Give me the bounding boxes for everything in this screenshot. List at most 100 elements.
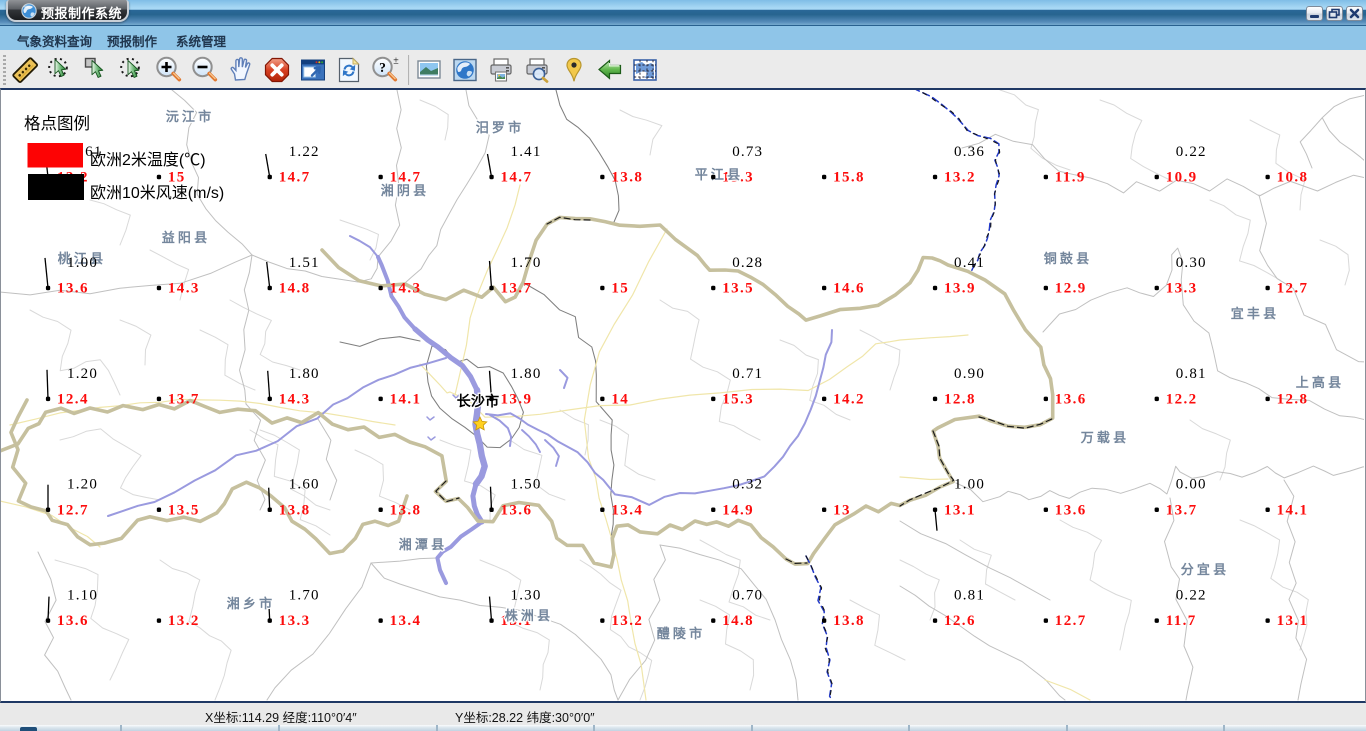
svg-text:1.70: 1.70 [289,588,320,604]
svg-text:14.9: 14.9 [722,502,754,518]
svg-text:11.7: 11.7 [1166,613,1197,629]
svg-text:13.5: 13.5 [722,281,754,297]
svg-text:13.5: 13.5 [168,502,200,518]
svg-text:13.6: 13.6 [1055,502,1087,518]
svg-text:1.00: 1.00 [954,477,985,493]
svg-text:13.6: 13.6 [57,281,89,297]
svg-text:醴陵市: 醴陵市 [657,626,706,641]
svg-text:0.81: 0.81 [1176,366,1207,382]
svg-text:铜鼓县: 铜鼓县 [1043,251,1093,266]
svg-text:14.3: 14.3 [168,281,200,297]
svg-text:0.41: 0.41 [954,255,985,271]
svg-text:1.00: 1.00 [67,255,98,271]
svg-text:10.9: 10.9 [1166,170,1198,186]
svg-text:13.1: 13.1 [944,502,976,518]
svg-text:12.6: 12.6 [944,613,976,629]
svg-text:15.3: 15.3 [722,391,754,407]
svg-text:万载县: 万载县 [1080,430,1130,445]
svg-text:长沙市: 长沙市 [457,393,500,409]
svg-text:0.73: 0.73 [732,144,763,160]
svg-text:13.3: 13.3 [279,613,311,629]
svg-text:1.22: 1.22 [289,144,320,160]
svg-text:14.1: 14.1 [390,391,422,407]
svg-text:12.7: 12.7 [1055,613,1087,629]
svg-text:13.6: 13.6 [57,613,89,629]
svg-text:13.8: 13.8 [611,170,643,186]
svg-text:14.1: 14.1 [1277,502,1309,518]
svg-text:0.71: 0.71 [732,366,763,382]
svg-text:13.4: 13.4 [611,502,643,518]
svg-text:欧洲2米温度(℃): 欧洲2米温度(℃) [90,151,206,169]
svg-text:13.1: 13.1 [1277,613,1309,629]
svg-text:0.00: 0.00 [1176,477,1207,493]
svg-text:12.8: 12.8 [944,391,976,407]
svg-text:湘潭县: 湘潭县 [399,537,448,552]
svg-text:10.8: 10.8 [1277,170,1309,186]
svg-text:1.20: 1.20 [67,366,98,382]
svg-text:13.7: 13.7 [168,391,200,407]
svg-text:格点图例: 格点图例 [24,114,90,133]
svg-text:11.9: 11.9 [1055,170,1086,186]
svg-text:13.4: 13.4 [390,613,422,629]
svg-text:欧洲10米风速(m/s): 欧洲10米风速(m/s) [90,184,224,202]
svg-text:1.41: 1.41 [511,144,542,160]
svg-text:1.51: 1.51 [289,255,320,271]
svg-text:汨罗市: 汨罗市 [476,120,525,135]
svg-text:0.90: 0.90 [954,366,985,382]
svg-text:13.3: 13.3 [1166,281,1198,297]
svg-text:0.70: 0.70 [732,588,763,604]
svg-text:1.80: 1.80 [511,366,542,382]
svg-text:12.7: 12.7 [1277,281,1309,297]
svg-text:14.8: 14.8 [722,613,754,629]
svg-text:13.2: 13.2 [168,613,200,629]
svg-text:13.9: 13.9 [944,281,976,297]
svg-text:13.9: 13.9 [501,391,533,407]
svg-text:1.50: 1.50 [511,477,542,493]
svg-text:14.6: 14.6 [833,281,865,297]
svg-text:13.2: 13.2 [944,170,976,186]
svg-text:14.7: 14.7 [279,170,311,186]
svg-text:13.8: 13.8 [279,502,311,518]
svg-text:0.22: 0.22 [1176,144,1207,160]
svg-text:益阳县: 益阳县 [162,230,211,245]
svg-text:1.20: 1.20 [67,477,98,493]
svg-text:14.8: 14.8 [279,281,311,297]
svg-text:12.8: 12.8 [1277,391,1309,407]
svg-text:13.6: 13.6 [501,502,533,518]
svg-text:13.8: 13.8 [833,613,865,629]
svg-text:1.10: 1.10 [67,588,98,604]
svg-text:14: 14 [611,391,629,407]
svg-text:沅江市: 沅江市 [166,109,215,124]
svg-text:1.30: 1.30 [511,588,542,604]
svg-text:平江县: 平江县 [695,167,744,182]
svg-text:宜丰县: 宜丰县 [1231,306,1280,321]
svg-text:0.36: 0.36 [954,144,985,160]
svg-text:0.30: 0.30 [1176,255,1207,271]
svg-text:0.28: 0.28 [732,255,763,271]
svg-text:12.7: 12.7 [57,502,89,518]
svg-text:14.2: 14.2 [833,391,865,407]
svg-text:1.80: 1.80 [289,366,320,382]
svg-text:13: 13 [833,502,851,518]
svg-text:13.7: 13.7 [501,281,533,297]
svg-text:1.60: 1.60 [289,477,320,493]
svg-text:12.9: 12.9 [1055,281,1087,297]
svg-text:1.70: 1.70 [511,255,542,271]
svg-text:14.3: 14.3 [279,391,311,407]
svg-text:0.81: 0.81 [954,588,985,604]
svg-text:株洲县: 株洲县 [505,608,554,623]
svg-text:0.32: 0.32 [732,477,763,493]
svg-text:12.4: 12.4 [57,391,89,407]
svg-text:13.2: 13.2 [611,613,643,629]
svg-text:湘乡市: 湘乡市 [227,596,276,611]
svg-text:0.22: 0.22 [1176,588,1207,604]
svg-text:15: 15 [168,170,186,186]
svg-text:15: 15 [611,281,629,297]
svg-text:13.6: 13.6 [1055,391,1087,407]
svg-text:14.7: 14.7 [501,170,533,186]
svg-text:13.8: 13.8 [390,502,422,518]
svg-text:12.2: 12.2 [1166,391,1198,407]
svg-text:13.7: 13.7 [1166,502,1198,518]
svg-text:分宜县: 分宜县 [1181,562,1230,577]
svg-text:上高县: 上高县 [1296,375,1345,390]
